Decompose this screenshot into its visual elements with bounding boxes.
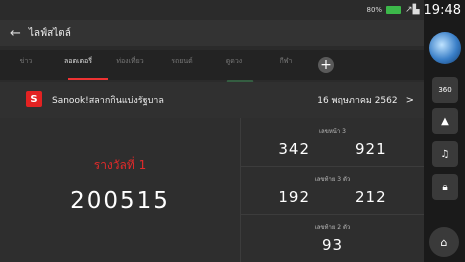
last3-row: เลขท้าย 3 ตัว 192 212 <box>241 166 424 215</box>
battery-icon <box>386 6 402 14</box>
source-name: Sanook!สลากกินแบ่งรัฐบาล <box>52 96 164 106</box>
category-tabs: ข่าว ลอตเตอรี่ ท่องเที่ยว รถยนต์ ดูดวง ก… <box>0 50 424 80</box>
tab-cars[interactable]: รถยนต์ <box>156 52 208 78</box>
music-note-icon: ♫ <box>440 148 450 160</box>
home-button[interactable]: ⌂ <box>429 227 459 257</box>
back-arrow-icon[interactable]: ← <box>10 26 21 41</box>
draw-date: 16 พฤษภาคม 2562 <box>317 96 398 106</box>
assistant-orb-icon[interactable] <box>429 32 461 64</box>
add-tab-button[interactable]: + <box>318 57 334 73</box>
status-time: 19:48 <box>423 2 461 18</box>
source-row[interactable]: S Sanook!สลากกินแบ่งรัฐบาล 16 พฤษภาคม 25… <box>0 82 424 118</box>
last2-value: 93 <box>321 236 344 254</box>
last2-label: เลขท้าย 2 ตัว <box>314 224 351 231</box>
first-prize-label: รางวัลที่ 1 <box>93 158 147 172</box>
last3-label: เลขท้าย 3 ตัว <box>314 176 351 183</box>
front3-value: 342 <box>278 140 310 158</box>
tab-horoscope[interactable]: ดูดวง <box>208 52 260 78</box>
tab-sports[interactable]: กีฬา <box>260 52 312 78</box>
status-bar: 80% ↗▙ 19:48 <box>0 0 465 20</box>
front3-values: 342 921 <box>241 140 424 158</box>
title-bar: ← ไลฟ์สไตล์ <box>0 20 424 46</box>
last3-values: 192 212 <box>241 188 424 206</box>
front3-label: เลขหน้า 3 <box>319 128 346 135</box>
last2-row: เลขท้าย 2 ตัว 93 <box>241 214 424 262</box>
floating-sidebar: 360 ▲ ♫ 🔒︎ ⌂ <box>424 20 465 262</box>
app-window: ← ไลฟ์สไตล์ ข่าว ลอตเตอรี่ ท่องเที่ยว รถ… <box>0 0 424 262</box>
last3-value: 192 <box>278 188 310 206</box>
page-title: ไลฟ์สไตล์ <box>28 27 71 39</box>
last2-values: 93 <box>241 236 424 254</box>
front3-value: 921 <box>355 140 387 158</box>
tab-travel[interactable]: ท่องเที่ยว <box>104 52 156 78</box>
lottery-results: รางวัลที่ 1 200515 เลขหน้า 3 342 921 เลข… <box>0 118 424 262</box>
chevron-right-icon[interactable]: > <box>406 95 414 106</box>
tab-news[interactable]: ข่าว <box>0 52 52 78</box>
music-button[interactable]: ♫ <box>432 141 458 167</box>
other-prizes-panel: เลขหน้า 3 342 921 เลขท้าย 3 ตัว 192 212 … <box>241 118 424 262</box>
triangle-up-icon: ▲ <box>441 115 449 127</box>
first-prize-number: 200515 <box>70 188 170 214</box>
tab-lottery[interactable]: ลอตเตอรี่ <box>52 52 104 78</box>
sanook-logo-icon: S <box>26 91 42 107</box>
scroll-up-button[interactable]: ▲ <box>432 108 458 134</box>
lock-button[interactable]: 🔒︎ <box>432 174 458 200</box>
signal-icon: ↗▙ <box>405 5 420 15</box>
rotate-360-button[interactable]: 360 <box>432 77 458 103</box>
rotate-360-icon: 360 <box>438 86 452 94</box>
active-tab-indicator <box>68 78 108 80</box>
front3-row: เลขหน้า 3 342 921 <box>241 118 424 167</box>
home-icon: ⌂ <box>440 235 448 249</box>
last3-value: 212 <box>355 188 387 206</box>
battery-percent: 80% <box>366 6 383 14</box>
first-prize-panel: รางวัลที่ 1 200515 <box>0 118 241 262</box>
lock-icon: 🔒︎ <box>442 181 448 193</box>
